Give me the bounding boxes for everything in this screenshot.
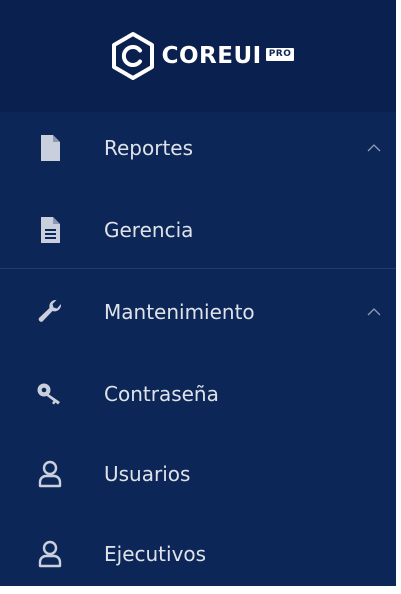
nav-label-mantenimiento: Mantenimiento [104,300,255,324]
key-icon [36,380,64,408]
sidebar-brand[interactable]: COREUI PRO [0,0,396,112]
file-icon [36,134,64,162]
nav-item-gerencia[interactable]: Gerencia [0,190,396,270]
page-background [396,0,401,586]
file-text-icon [36,216,64,244]
nav-label-ejecutivos: Ejecutivos [104,542,207,566]
nav-label-reportes: Reportes [104,136,194,160]
nav-item-mantenimiento[interactable]: Mantenimiento [0,272,396,352]
brand-logo: COREUI PRO [108,31,295,81]
chevron-up-icon[interactable] [366,140,382,156]
user-icon [36,540,64,568]
nav-label-contrasena: Contraseña [104,382,219,406]
nav-label-gerencia: Gerencia [104,218,194,242]
coreui-hexagon-icon [111,32,154,80]
wrench-icon [36,298,64,326]
nav-label-usuarios: Usuarios [104,462,191,486]
brand-name: COREUI [161,42,262,69]
nav-divider [0,268,396,269]
brand-badge: PRO [265,47,295,61]
nav-item-ejecutivos[interactable]: Ejecutivos [0,514,396,594]
user-icon [36,460,64,488]
nav-item-reportes[interactable]: Reportes [0,108,396,188]
sidebar: COREUI PRO Reportes Gerencia Mantenimien… [0,0,396,586]
nav-item-usuarios[interactable]: Usuarios [0,434,396,514]
nav-item-contrasena[interactable]: Contraseña [0,354,396,434]
chevron-up-icon[interactable] [366,304,382,320]
